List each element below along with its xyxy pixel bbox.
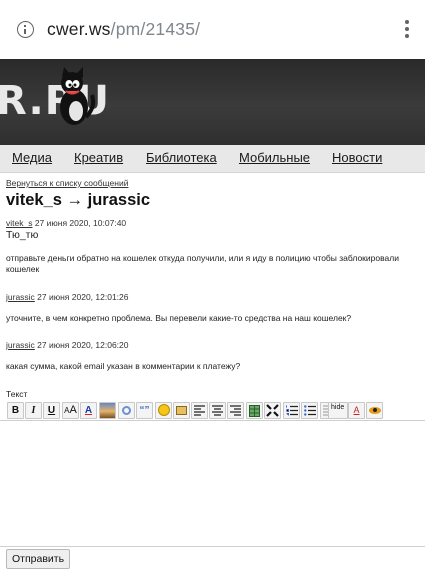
address-field[interactable]: cwer.ws/pm/21435/	[47, 19, 200, 40]
smiley-icon[interactable]	[155, 402, 172, 419]
nav-item-news[interactable]: Новости	[332, 150, 382, 165]
insert-image-icon[interactable]	[99, 402, 116, 419]
spoiler-icon[interactable]: A	[348, 402, 365, 419]
hide-button[interactable]: hide	[328, 402, 348, 419]
editor-toolbar: B I U AA A “” hide A	[6, 402, 425, 420]
send-button[interactable]: Отправить	[6, 549, 71, 569]
site-info-icon[interactable]	[17, 21, 34, 38]
quote-icon[interactable]: “”	[136, 402, 153, 419]
cat-mascot-icon	[60, 67, 96, 125]
message-subject: Тю_тю	[6, 230, 39, 241]
text-color-icon[interactable]: A	[80, 402, 97, 419]
message-meta: jurassic 27 июня 2020, 12:06:20	[6, 340, 129, 350]
bullet-list-icon[interactable]	[301, 402, 318, 419]
align-left-icon[interactable]	[191, 402, 208, 419]
fullscreen-icon[interactable]	[264, 402, 281, 419]
message-meta: vitek_s 27 июня 2020, 10:07:40	[6, 218, 126, 228]
font-size-icon[interactable]: AA	[62, 402, 79, 419]
eye-icon[interactable]	[366, 402, 383, 419]
message-textarea[interactable]	[0, 420, 425, 547]
back-to-messages-link[interactable]: Вернуться к списку сообщений	[6, 178, 128, 188]
site-banner[interactable]: R.RU	[0, 59, 425, 145]
url-host: cwer.ws	[47, 19, 111, 39]
nav-item-media[interactable]: Медиа	[12, 150, 52, 165]
align-right-icon[interactable]	[227, 402, 244, 419]
message-meta: jurassic 27 июня 2020, 12:01:26	[6, 292, 129, 302]
message-text: отправьте деньги обратно на кошелек отку…	[6, 253, 399, 274]
message-date: 27 июня 2020, 12:06:20	[34, 340, 129, 350]
nav-item-library[interactable]: Библиотека	[146, 150, 217, 165]
numbered-list-icon[interactable]	[283, 402, 300, 419]
nav-item-mobile[interactable]: Мобильные	[239, 150, 310, 165]
message-author-link[interactable]: vitek_s	[6, 218, 32, 228]
page-title: vitek_s → jurassic	[6, 191, 151, 209]
align-center-icon[interactable]	[209, 402, 226, 419]
nav-item-creative[interactable]: Креатив	[74, 150, 123, 165]
site-nav: Медиа Креатив Библиотека Мобильные Новос…	[0, 145, 425, 173]
browser-url-bar: cwer.ws/pm/21435/	[0, 0, 425, 59]
insert-table-icon[interactable]	[246, 402, 263, 419]
text-field-label: Текст	[6, 389, 28, 399]
underline-button[interactable]: U	[43, 402, 60, 419]
message-date: 27 июня 2020, 10:07:40	[32, 218, 127, 228]
message-text: уточните, в чем конкретно проблема. Вы п…	[6, 313, 352, 323]
insert-media-icon[interactable]	[173, 402, 190, 419]
message-author-link[interactable]: jurassic	[6, 340, 35, 350]
url-path: /pm/21435/	[110, 19, 201, 39]
message-date: 27 июня 2020, 12:01:26	[34, 292, 129, 302]
italic-button[interactable]: I	[25, 402, 42, 419]
bold-button[interactable]: B	[7, 402, 24, 419]
hide-button-label: hide	[331, 404, 345, 411]
message-author-link[interactable]: jurassic	[6, 292, 35, 302]
message-text: какая сумма, какой email указан в коммен…	[6, 361, 241, 371]
browser-menu-icon[interactable]	[404, 20, 410, 39]
insert-link-icon[interactable]	[118, 402, 135, 419]
